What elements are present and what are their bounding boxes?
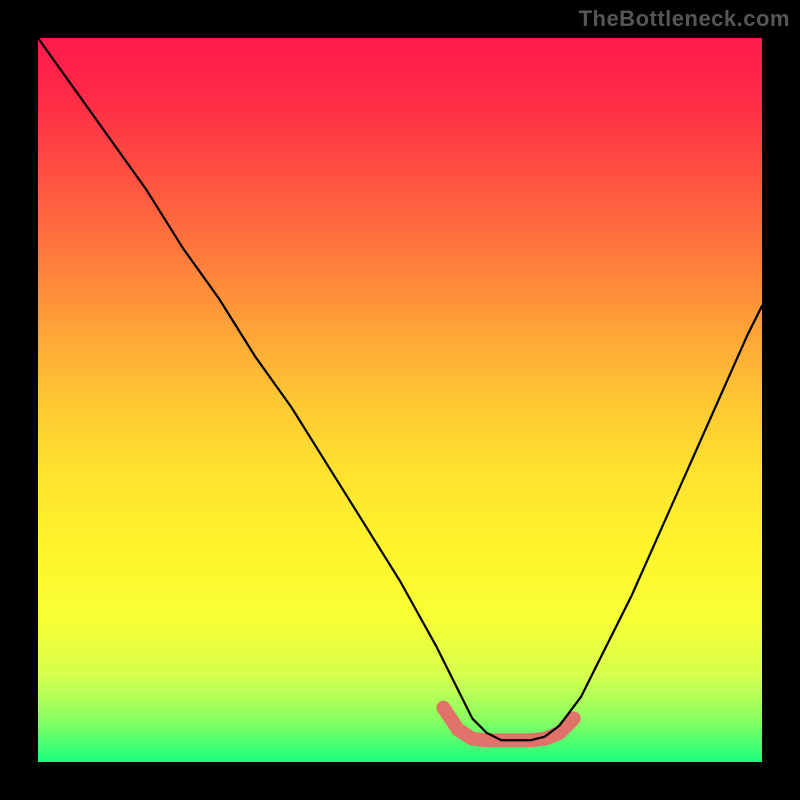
chart-container: TheBottleneck.com — [0, 0, 800, 800]
attribution-text: TheBottleneck.com — [579, 6, 790, 32]
plot-gradient-background — [38, 38, 762, 762]
